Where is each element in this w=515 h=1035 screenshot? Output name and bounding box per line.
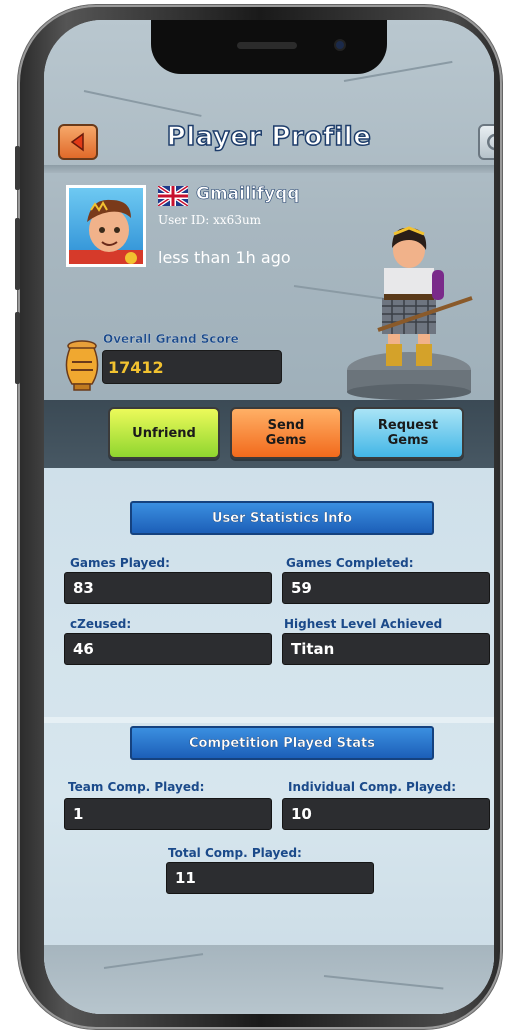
send-gems-label-line1: Send (267, 418, 305, 433)
avatar-portrait (69, 199, 143, 264)
player-character (347, 226, 473, 400)
send-gems-button[interactable]: Send Gems (230, 407, 342, 459)
total-comp-label: Total Comp. Played: (168, 846, 302, 860)
speaker-grille (237, 42, 297, 49)
competition-stats-header: Competition Played Stats (130, 726, 434, 760)
phone-volume-up (15, 218, 20, 290)
individual-comp-value: 10 (282, 798, 490, 830)
unfriend-button[interactable]: Unfriend (108, 407, 220, 459)
bottom-stone-border (44, 945, 494, 1014)
games-played-value: 83 (64, 572, 272, 604)
camera-icon (334, 39, 346, 51)
user-id: User ID: xx63um (158, 213, 262, 227)
username: Gmailifyqq (196, 184, 300, 205)
games-completed-value: 59 (282, 572, 490, 604)
request-gems-label: Request Gems (378, 418, 438, 448)
team-comp-label: Team Comp. Played: (68, 780, 205, 794)
highest-level-value: Titan (282, 633, 490, 665)
app-screen: Player Profile Gmailifyqq User ID: xx63u… (44, 20, 494, 1014)
score-value: 17412 (108, 358, 164, 377)
request-gems-button[interactable]: Request Gems (352, 407, 464, 459)
team-comp-value: 1 (64, 798, 272, 830)
avatar (66, 185, 146, 267)
request-gems-label-line1: Request (377, 418, 439, 433)
section-divider (44, 717, 494, 723)
trophy-urn-icon (65, 340, 99, 391)
request-gems-label-line2: Gems (387, 433, 429, 448)
uk-flag-icon (158, 186, 188, 206)
czeused-value: 46 (64, 633, 272, 665)
unfriend-label: Unfriend (132, 425, 196, 441)
last-seen-status: less than 1h ago (158, 248, 291, 267)
stone-crack (323, 975, 444, 990)
score-label: Overall Grand Score (103, 332, 239, 346)
send-gems-label: Send Gems (266, 418, 307, 448)
total-comp-value: 11 (166, 862, 374, 894)
phone-mute-switch (15, 146, 20, 190)
czeused-label: cZeused: (70, 617, 132, 631)
stone-crack (103, 953, 204, 969)
user-stats-header: User Statistics Info (130, 501, 434, 535)
individual-comp-label: Individual Comp. Played: (288, 780, 457, 794)
phone-notch (151, 20, 387, 74)
stone-crack (83, 90, 202, 117)
header-divider (44, 165, 494, 173)
page-title: Player Profile (166, 121, 372, 153)
highest-level-label: Highest Level Achieved (284, 617, 443, 631)
games-played-label: Games Played: (70, 556, 170, 570)
send-gems-label-line2: Gems (265, 433, 307, 448)
phone-volume-down (15, 312, 20, 384)
games-completed-label: Games Completed: (286, 556, 414, 570)
